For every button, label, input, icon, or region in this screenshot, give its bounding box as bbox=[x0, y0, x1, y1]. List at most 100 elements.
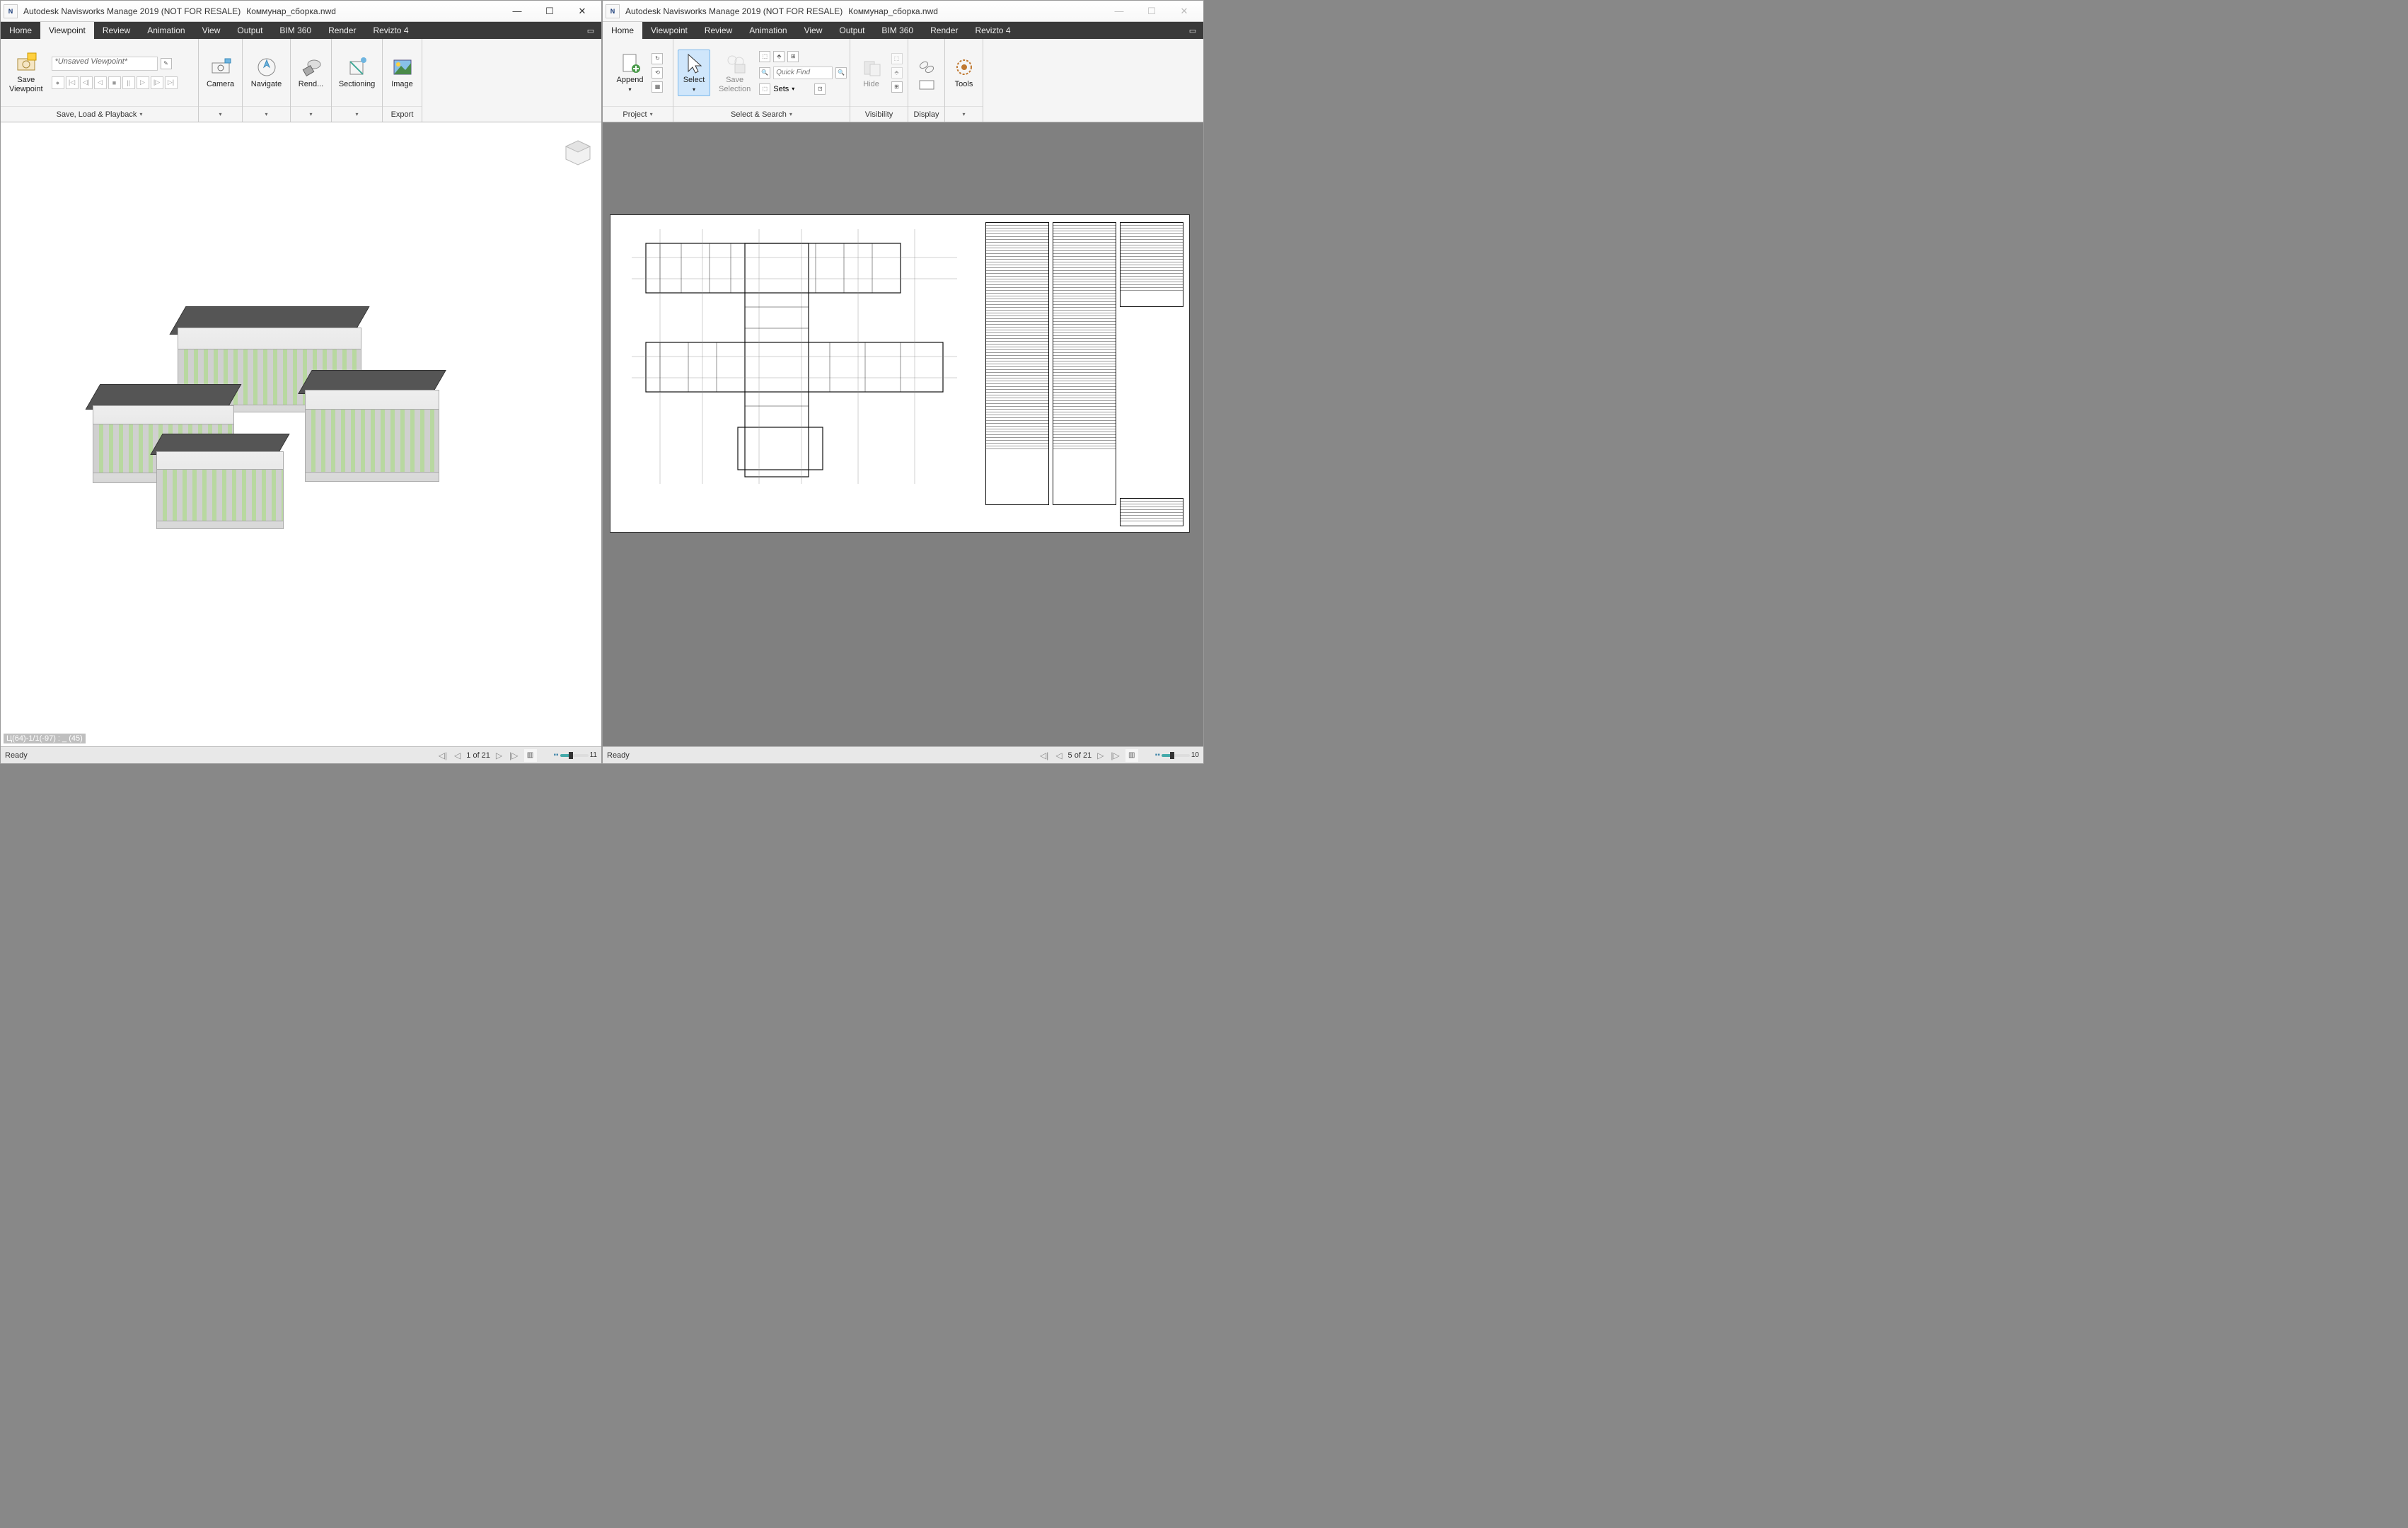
skip-end-icon[interactable]: ▷| bbox=[165, 76, 178, 89]
save-viewpoint-button[interactable]: Save Viewpoint bbox=[5, 50, 47, 96]
viewcube-icon[interactable] bbox=[562, 137, 594, 169]
panel-dropdown-icon[interactable]: ▾ bbox=[139, 111, 142, 117]
sheet-browser-icon[interactable]: ▥ bbox=[524, 749, 537, 762]
viewport-3d[interactable]: Ц(64)-1/1(-97) : _ (45) bbox=[1, 122, 601, 746]
maximize-button[interactable]: ☐ bbox=[1135, 1, 1168, 21]
panel-visibility: Visibility bbox=[865, 110, 893, 119]
require-icon[interactable]: ⬚ bbox=[891, 53, 903, 64]
quick-find-go-icon[interactable]: 🔍 bbox=[835, 67, 847, 79]
project-dropdown-icon[interactable]: ▾ bbox=[650, 111, 653, 117]
maximize-button[interactable]: ☐ bbox=[533, 1, 566, 21]
close-button[interactable]: ✕ bbox=[1168, 1, 1200, 21]
sheet-next-icon[interactable]: ▷ bbox=[1096, 751, 1105, 760]
find-items-icon[interactable]: 🔍 bbox=[759, 67, 770, 79]
selection-tree-icon[interactable]: ⊞ bbox=[787, 51, 799, 62]
sheet-first-icon[interactable]: ◁| bbox=[1038, 751, 1050, 760]
select-all-icon[interactable]: ⬚ bbox=[759, 51, 770, 62]
tab-render[interactable]: Render bbox=[320, 22, 364, 39]
titlebar[interactable]: N Autodesk Navisworks Manage 2019 (NOT F… bbox=[603, 1, 1203, 22]
selection-inspector-icon[interactable]: ⊡ bbox=[814, 83, 826, 95]
tab-animation[interactable]: Animation bbox=[741, 22, 795, 39]
tab-bim360[interactable]: BIM 360 bbox=[873, 22, 922, 39]
sheet-prev-icon[interactable]: ◁ bbox=[1054, 751, 1063, 760]
render-dropdown-icon[interactable]: ▾ bbox=[309, 111, 312, 117]
pause-icon[interactable]: || bbox=[122, 76, 135, 89]
viewpoint-edit-icon[interactable]: ✎ bbox=[161, 58, 172, 69]
skip-start-icon[interactable]: |◁ bbox=[66, 76, 79, 89]
sheet-last-icon[interactable]: |▷ bbox=[1109, 751, 1121, 760]
minimize-button[interactable]: — bbox=[1103, 1, 1135, 21]
tab-output[interactable]: Output bbox=[228, 22, 271, 39]
navigate-dropdown-icon[interactable]: ▾ bbox=[265, 111, 267, 117]
play-icon[interactable]: ▷ bbox=[137, 76, 149, 89]
tab-review[interactable]: Review bbox=[696, 22, 741, 39]
sheet-next-icon[interactable]: ▷ bbox=[494, 751, 504, 760]
refresh-icon[interactable]: ↻ bbox=[652, 53, 663, 64]
help-pin-icon[interactable]: ▭ bbox=[580, 22, 601, 39]
sheet-last-icon[interactable]: |▷ bbox=[508, 751, 519, 760]
hide-unselected-icon[interactable]: ⬘ bbox=[891, 67, 903, 79]
select-search-dropdown-icon[interactable]: ▾ bbox=[789, 111, 792, 117]
save-selection-icon bbox=[724, 52, 746, 74]
tab-home[interactable]: Home bbox=[1, 22, 40, 39]
step-back-icon[interactable]: ◁| bbox=[80, 76, 93, 89]
tab-view[interactable]: View bbox=[194, 22, 229, 39]
camera-button[interactable]: Camera bbox=[202, 54, 238, 91]
viewport-2d[interactable] bbox=[603, 122, 1203, 746]
performance-slider[interactable] bbox=[560, 754, 589, 757]
doc-name: Коммунар_сборка.nwd bbox=[848, 6, 938, 16]
performance-slider[interactable] bbox=[1162, 754, 1190, 757]
properties-icon bbox=[918, 79, 935, 91]
tab-render[interactable]: Render bbox=[922, 22, 966, 39]
help-pin-icon[interactable]: ▭ bbox=[1182, 22, 1203, 39]
tab-view[interactable]: View bbox=[796, 22, 831, 39]
tab-revizto4[interactable]: Revizto 4 bbox=[966, 22, 1019, 39]
rewind-icon[interactable]: ◁ bbox=[94, 76, 107, 89]
cursor-icon bbox=[683, 52, 705, 74]
select-same-icon[interactable]: ⬘ bbox=[773, 51, 785, 62]
display-button[interactable] bbox=[911, 54, 942, 92]
viewpoint-combo[interactable]: *Unsaved Viewpoint* bbox=[52, 57, 158, 71]
navigate-button[interactable]: Navigate bbox=[247, 54, 286, 91]
reset-icon[interactable]: ⟲ bbox=[652, 67, 663, 79]
quick-find-input[interactable] bbox=[773, 66, 833, 79]
render-button[interactable]: Rend... bbox=[294, 54, 328, 91]
sheet-prev-icon[interactable]: ◁ bbox=[453, 751, 462, 760]
close-button[interactable]: ✕ bbox=[566, 1, 598, 21]
app-icon: N bbox=[4, 4, 18, 18]
sectioning-button[interactable]: Sectioning bbox=[335, 54, 379, 91]
tab-viewpoint[interactable]: Viewpoint bbox=[40, 22, 94, 39]
step-fwd-icon[interactable]: |▷ bbox=[151, 76, 163, 89]
image-button[interactable]: Image bbox=[387, 54, 418, 91]
sets-label[interactable]: Sets bbox=[773, 85, 789, 93]
stop-icon[interactable]: ■ bbox=[108, 76, 121, 89]
tab-output[interactable]: Output bbox=[830, 22, 873, 39]
unhide-all-icon[interactable]: ⊞ bbox=[891, 81, 903, 93]
image-icon bbox=[391, 56, 414, 79]
perf-icon: ▪▪ bbox=[554, 751, 559, 759]
file-options-icon[interactable]: ▦ bbox=[652, 81, 663, 93]
append-button[interactable]: Append▾ bbox=[613, 50, 648, 96]
tab-viewpoint[interactable]: Viewpoint bbox=[642, 22, 696, 39]
tab-animation[interactable]: Animation bbox=[139, 22, 193, 39]
sheet-pager: 5 of 21 bbox=[1068, 751, 1092, 760]
tab-home[interactable]: Home bbox=[603, 22, 642, 39]
save-selection-button[interactable]: Save Selection bbox=[714, 50, 755, 96]
perf-icon: ▪▪ bbox=[1155, 751, 1160, 759]
tools-dropdown-icon[interactable]: ▾ bbox=[962, 111, 965, 117]
panel-save-load-playback: Save, Load & Playback bbox=[57, 110, 137, 119]
tab-review[interactable]: Review bbox=[94, 22, 139, 39]
minimize-button[interactable]: — bbox=[501, 1, 533, 21]
camera-dropdown-icon[interactable]: ▾ bbox=[219, 111, 221, 117]
tools-button[interactable]: Tools bbox=[949, 54, 980, 91]
sectioning-dropdown-icon[interactable]: ▾ bbox=[355, 111, 358, 117]
sheet-first-icon[interactable]: ◁| bbox=[437, 751, 448, 760]
hide-button[interactable]: Hide bbox=[856, 54, 887, 91]
tab-bim360[interactable]: BIM 360 bbox=[271, 22, 320, 39]
titlebar[interactable]: N Autodesk Navisworks Manage 2019 (NOT F… bbox=[1, 1, 601, 22]
sets-icon[interactable]: ⬚ bbox=[759, 83, 770, 95]
select-button[interactable]: Select▾ bbox=[678, 50, 710, 96]
record-icon[interactable]: ● bbox=[52, 76, 64, 89]
sheet-browser-icon[interactable]: ▥ bbox=[1125, 749, 1138, 762]
tab-revizto4[interactable]: Revizto 4 bbox=[364, 22, 417, 39]
